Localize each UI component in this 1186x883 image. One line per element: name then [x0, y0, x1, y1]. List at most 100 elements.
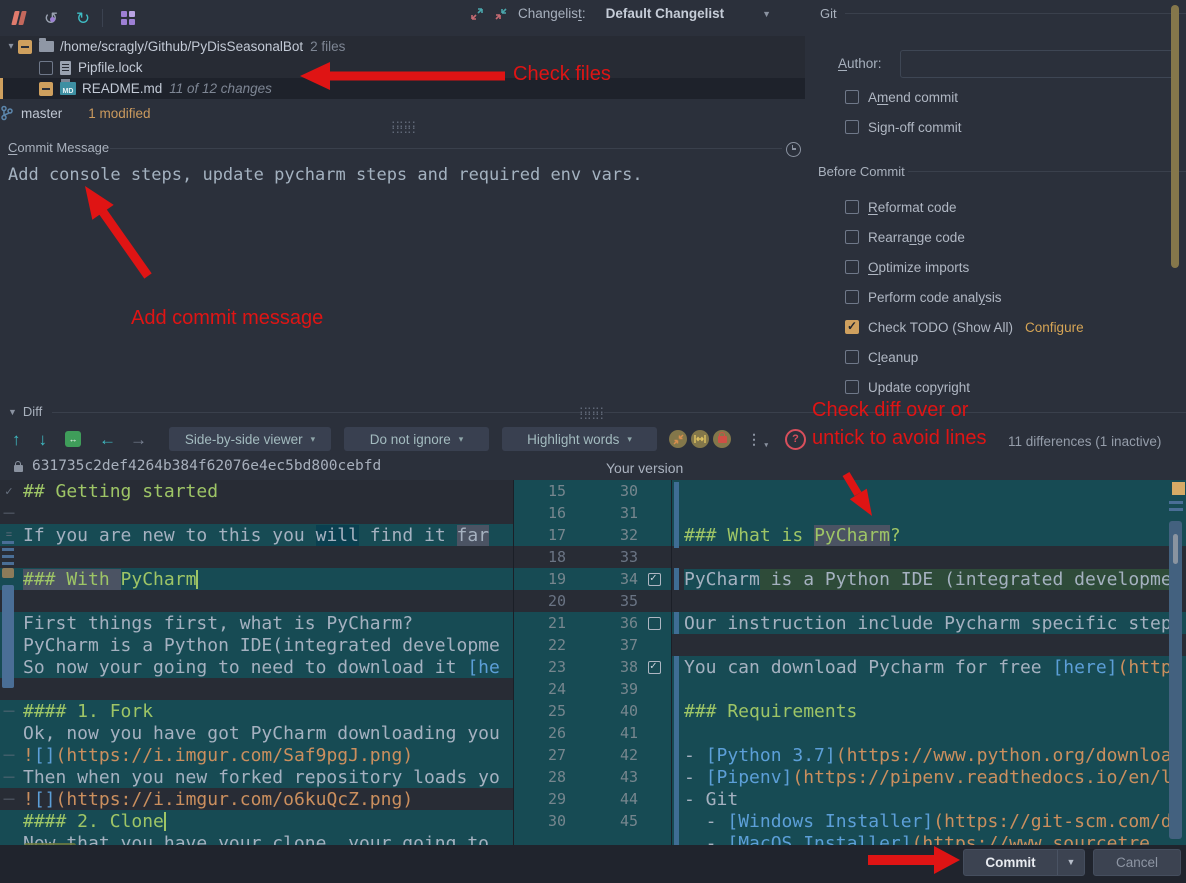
- disable-editing-icon[interactable]: [713, 430, 731, 448]
- cancel-button[interactable]: Cancel: [1093, 849, 1181, 876]
- tree-row[interactable]: MDREADME.md11 of 12 changes: [0, 78, 805, 99]
- checkbox[interactable]: [845, 120, 859, 134]
- gutter-row: 2944: [514, 788, 671, 810]
- panel-scrollbar[interactable]: [1171, 5, 1179, 268]
- checkbox-row[interactable]: Rearrange code: [845, 222, 1084, 252]
- change-checkbox[interactable]: [648, 661, 661, 674]
- checkbox-row[interactable]: Reformat code: [845, 192, 1084, 222]
- file-checkbox[interactable]: [18, 40, 32, 54]
- collapse-icon[interactable]: [494, 7, 508, 21]
- minimap-mark: [1169, 501, 1183, 504]
- change-checkbox[interactable]: [648, 617, 661, 630]
- group-by-icon[interactable]: [115, 7, 141, 29]
- diff-line: - [Python 3.7](https://www.python.org/do…: [672, 744, 1186, 766]
- rollback-icon[interactable]: ↺: [38, 7, 64, 29]
- synchronize-separators-icon[interactable]: [691, 430, 709, 448]
- minimap-mark: [2, 568, 14, 578]
- line-number-right: 41: [566, 724, 638, 742]
- line-number-left: 29: [514, 790, 566, 808]
- line-number-left: 15: [514, 482, 566, 500]
- splitter-grip[interactable]: ∷∷∷∷∷∷: [580, 408, 604, 420]
- collapse-caret-icon[interactable]: ▼: [8, 407, 17, 417]
- file-checkbox[interactable]: [39, 82, 53, 96]
- right-scrollbar-thumb[interactable]: [1169, 521, 1182, 839]
- gutter-row: 2540: [514, 700, 671, 722]
- gutter-row: 2742: [514, 744, 671, 766]
- line-number-right: 45: [566, 812, 638, 830]
- checkbox[interactable]: [845, 380, 859, 394]
- checkbox-row[interactable]: Optimize imports: [845, 252, 1084, 282]
- diff-line: PyCharm is a Python IDE(integrated devel…: [0, 634, 513, 656]
- diff-line: ### What is PyCharm?: [672, 524, 1186, 546]
- tree-chevron-icon[interactable]: ▾: [4, 41, 18, 52]
- checkbox-label: Perform code analysis: [868, 290, 1002, 305]
- gutter-mark: ✓: [0, 485, 18, 498]
- checkbox[interactable]: [845, 290, 859, 304]
- line-number-left: 26: [514, 724, 566, 742]
- tree-row[interactable]: ▾/home/scragly/Github/PyDisSeasonalBot2 …: [0, 36, 805, 57]
- ignore-dropdown[interactable]: Do not ignore▾: [344, 427, 489, 451]
- file-meta: 11 of 12 changes: [169, 81, 272, 96]
- viewer-dropdown[interactable]: Side-by-side viewer▾: [169, 427, 331, 451]
- checkbox-row[interactable]: Sign-off commit: [845, 112, 962, 142]
- checkbox[interactable]: [845, 350, 859, 364]
- refresh-icon[interactable]: ↻: [70, 7, 96, 29]
- checkbox[interactable]: [845, 320, 859, 334]
- diff-line: First things first, what is PyCharm?: [0, 612, 513, 634]
- diff-section-header[interactable]: ▼ Diff: [8, 404, 42, 419]
- commit-icon[interactable]: [6, 7, 32, 29]
- expand-icon[interactable]: [470, 7, 484, 21]
- next-difference-icon[interactable]: ↓: [39, 431, 48, 448]
- git-branch-icon: [0, 105, 14, 121]
- file-checkbox[interactable]: [39, 61, 53, 75]
- checkbox-row[interactable]: Update copyright: [845, 372, 1084, 402]
- changelist-dropdown[interactable]: Default Changelist: [606, 6, 725, 21]
- line-number-right: 35: [566, 592, 638, 610]
- diff-line: —![](https://i.imgur.com/Saf9pgJ.png): [0, 744, 513, 766]
- checkbox[interactable]: [845, 230, 859, 244]
- highlight-dropdown[interactable]: Highlight words▾: [502, 427, 657, 451]
- jump-to-source-icon[interactable]: ↔: [65, 431, 81, 447]
- line-number-right: 38: [566, 658, 638, 676]
- scrollbar-inner-thumb[interactable]: [1173, 534, 1178, 564]
- checkbox[interactable]: [845, 200, 859, 214]
- left-scrollbar-thumb[interactable]: [2, 585, 14, 688]
- diff-right-pane[interactable]: ### What is PyCharm?PyCharm is a Python …: [672, 480, 1186, 845]
- checkbox[interactable]: [845, 90, 859, 104]
- your-version-label: Your version: [606, 460, 683, 476]
- checkbox[interactable]: [845, 260, 859, 274]
- line-number-left: 23: [514, 658, 566, 676]
- diff-line-number-gutter: 1530163117321833193420352136223723382439…: [513, 480, 672, 845]
- diff-left-pane[interactable]: ✓## Getting started—=If you are new to t…: [0, 480, 513, 845]
- tree-row[interactable]: Pipfile.lock: [0, 57, 805, 78]
- checkbox-row[interactable]: Check TODO (Show All)Configure: [845, 312, 1084, 342]
- changelist-bar: Changelist: Default Changelist ▼: [470, 6, 771, 21]
- commit-button[interactable]: Commit ▼: [963, 849, 1085, 876]
- checkbox-row[interactable]: Amend commit: [845, 82, 962, 112]
- splitter-grip[interactable]: ∷∷∷∷∷∷: [392, 122, 416, 134]
- change-checkbox[interactable]: [648, 573, 661, 586]
- history-icon[interactable]: [786, 142, 801, 157]
- file-meta: 2 files: [310, 39, 345, 54]
- previous-difference-icon[interactable]: ↑: [12, 431, 21, 448]
- more-options-icon[interactable]: ⋮: [747, 431, 761, 448]
- diff-line: [672, 502, 1186, 524]
- checkbox-row[interactable]: Perform code analysis: [845, 282, 1084, 312]
- commit-options-caret-icon[interactable]: ▼: [1057, 850, 1084, 875]
- line-number-left: 20: [514, 592, 566, 610]
- collapse-unchanged-icon[interactable]: [669, 430, 687, 448]
- checkbox-row[interactable]: Cleanup: [845, 342, 1084, 372]
- commit-message-input[interactable]: Add console steps, update pycharm steps …: [8, 165, 788, 185]
- next-file-icon[interactable]: →: [130, 431, 147, 448]
- prev-file-icon[interactable]: ←: [99, 431, 116, 448]
- configure-link[interactable]: Configure: [1025, 320, 1084, 335]
- diff-line: —![](https://i.imgur.com/o6kuQcZ.png): [0, 788, 513, 810]
- help-icon[interactable]: ?: [785, 429, 806, 450]
- gutter-mark: —: [0, 705, 18, 717]
- branch-name[interactable]: master: [21, 106, 62, 121]
- changed-files-tree: ▾/home/scragly/Github/PyDisSeasonalBot2 …: [0, 36, 805, 99]
- gutter-mark: —: [0, 749, 18, 761]
- author-field[interactable]: [900, 50, 1174, 78]
- gutter-mark: —: [0, 507, 18, 519]
- chevron-down-icon[interactable]: ▼: [762, 9, 771, 19]
